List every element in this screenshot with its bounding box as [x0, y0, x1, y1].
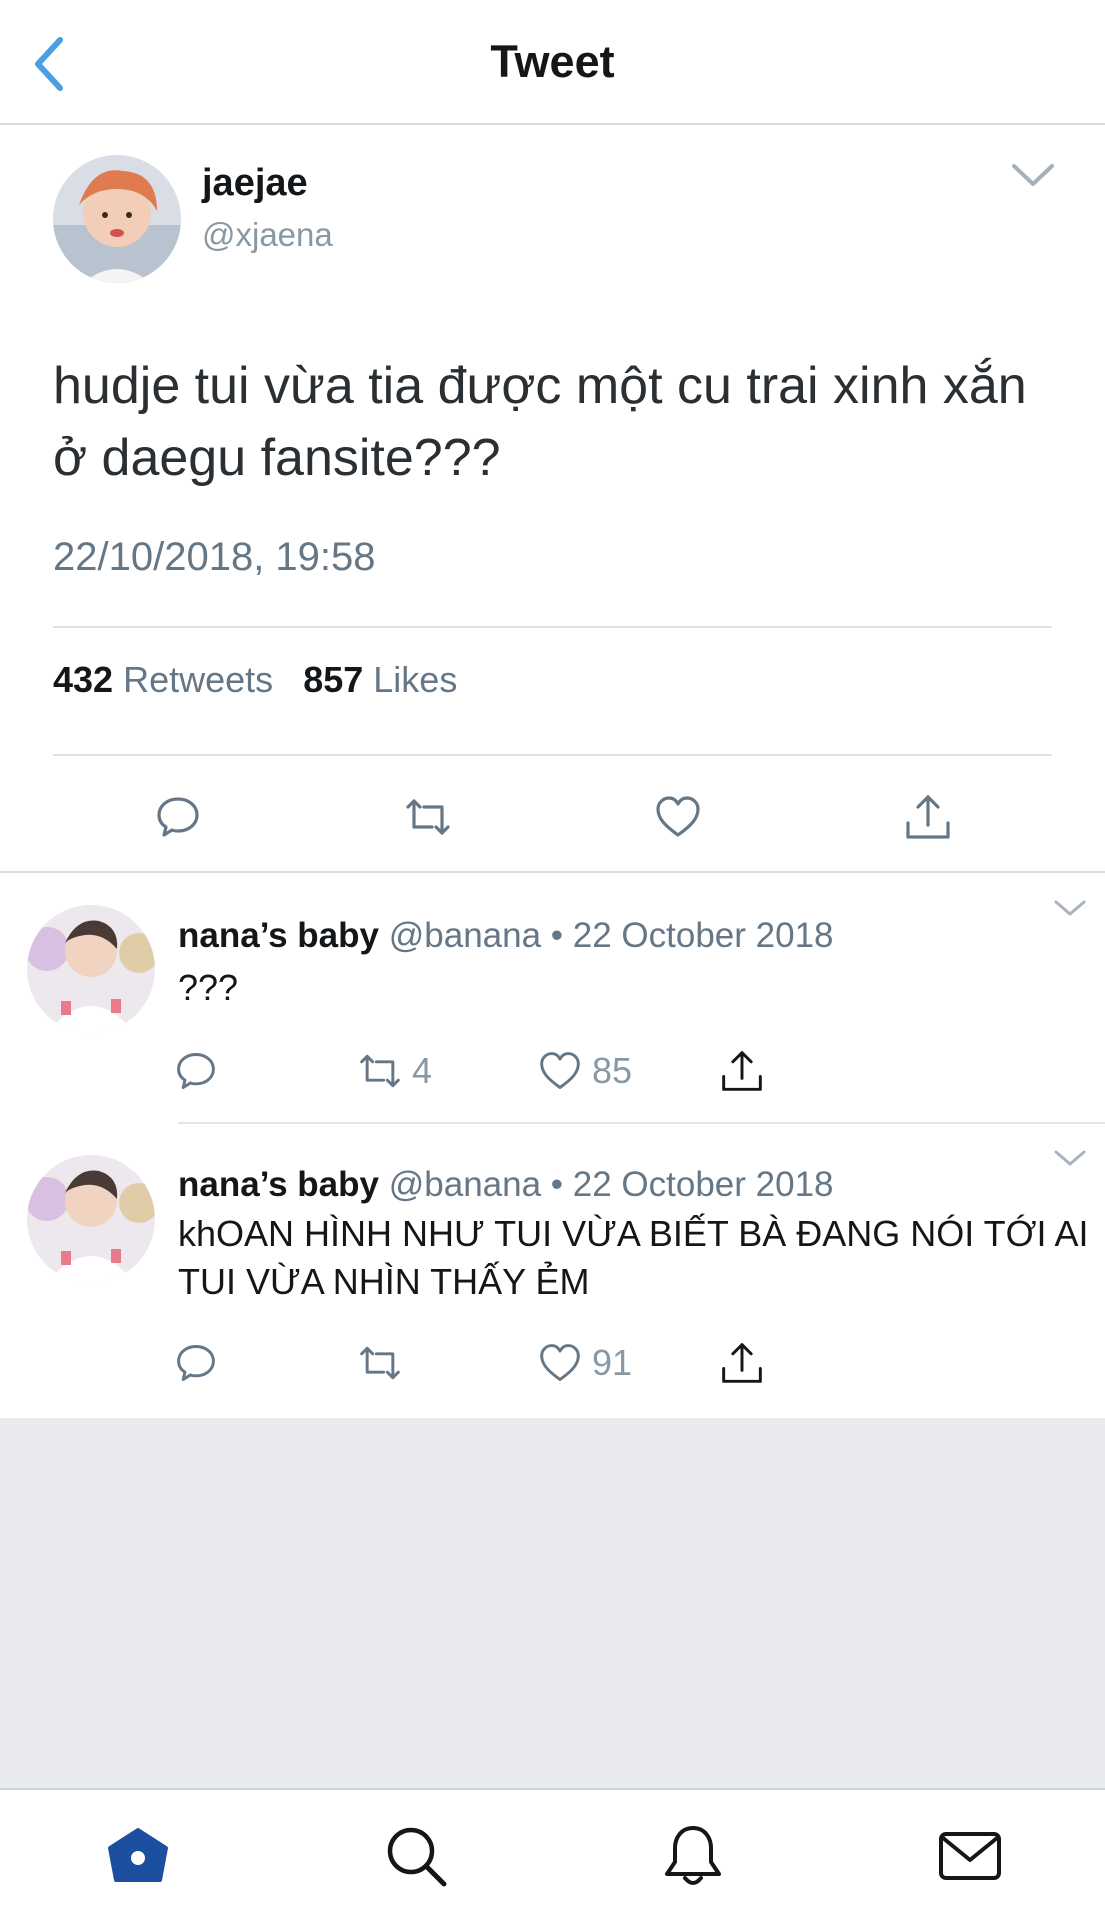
reply-header: nana’s baby @banana • 22 October 2018: [178, 916, 834, 956]
avatar[interactable]: [53, 155, 181, 283]
tweet-text: hudje tui vừa tia được một cu trai xinh …: [53, 357, 1027, 487]
reply-share-button[interactable]: [720, 1338, 764, 1388]
reply-icon: [177, 1345, 215, 1381]
tweet-stats: 432 Retweets 857 Likes: [53, 659, 457, 701]
bottom-tab-bar: [0, 1788, 1105, 1922]
reply-text: ???: [178, 967, 239, 1008]
reply-icon[interactable]: [154, 793, 202, 841]
share-icon: [722, 1051, 762, 1091]
page-title: Tweet: [490, 36, 615, 87]
retweets-stat[interactable]: 432 Retweets: [53, 659, 273, 700]
reply-share-button[interactable]: [720, 1046, 764, 1096]
chevron-down-icon[interactable]: [1053, 898, 1087, 918]
top-bar: Tweet: [0, 0, 1105, 125]
divider: [53, 626, 1052, 628]
reply-like-button[interactable]: 85: [538, 1046, 632, 1096]
reply-avatar[interactable]: [27, 905, 155, 1033]
retweet-icon: [360, 1054, 400, 1088]
retweet-icon: [360, 1346, 400, 1380]
reply-handle-date[interactable]: @banana • 22 October 2018: [389, 1165, 834, 1204]
chevron-down-icon[interactable]: [1053, 1148, 1087, 1168]
reply-icon: [177, 1053, 215, 1089]
retweet-count: 4: [412, 1050, 433, 1091]
reply-handle-date[interactable]: @banana • 22 October 2018: [389, 916, 834, 955]
reply-retweet-button[interactable]: [358, 1338, 412, 1388]
divider: [178, 1122, 1105, 1124]
tweet-timestamp: 22/10/2018, 19:58: [53, 535, 376, 579]
retweet-icon[interactable]: [404, 793, 452, 841]
reply-header: nana’s baby @banana • 22 October 2018: [178, 1165, 834, 1205]
home-icon[interactable]: [104, 1822, 172, 1890]
chevron-down-icon[interactable]: [1010, 160, 1056, 190]
author-name[interactable]: jaejae: [202, 162, 308, 205]
share-icon[interactable]: [904, 793, 952, 841]
like-icon: [540, 1052, 580, 1089]
like-icon[interactable]: [654, 793, 702, 841]
like-count: 85: [592, 1050, 633, 1091]
reply-author-name[interactable]: nana’s baby: [178, 1165, 379, 1204]
divider: [53, 754, 1052, 756]
reply-like-button[interactable]: 91: [538, 1338, 632, 1388]
empty-area: [0, 1418, 1105, 1788]
reply-reply-button[interactable]: [174, 1046, 218, 1096]
reply-retweet-button[interactable]: 4: [358, 1046, 432, 1096]
like-icon: [540, 1344, 580, 1381]
messages-icon[interactable]: [936, 1822, 1004, 1890]
reply-avatar[interactable]: [27, 1155, 155, 1283]
reply-reply-button[interactable]: [174, 1338, 218, 1388]
search-icon[interactable]: [382, 1822, 450, 1890]
notifications-icon[interactable]: [659, 1822, 727, 1890]
like-count: 91: [592, 1342, 633, 1383]
reply-text: khOAN HÌNH NHƯ TUI VỪA BIẾT BÀ ĐANG NÓI …: [178, 1213, 1089, 1302]
share-icon: [722, 1343, 762, 1383]
likes-stat[interactable]: 857 Likes: [303, 659, 457, 700]
section-separator: [0, 871, 1105, 873]
reply-author-name[interactable]: nana’s baby: [178, 916, 379, 955]
author-handle[interactable]: @xjaena: [202, 216, 333, 254]
